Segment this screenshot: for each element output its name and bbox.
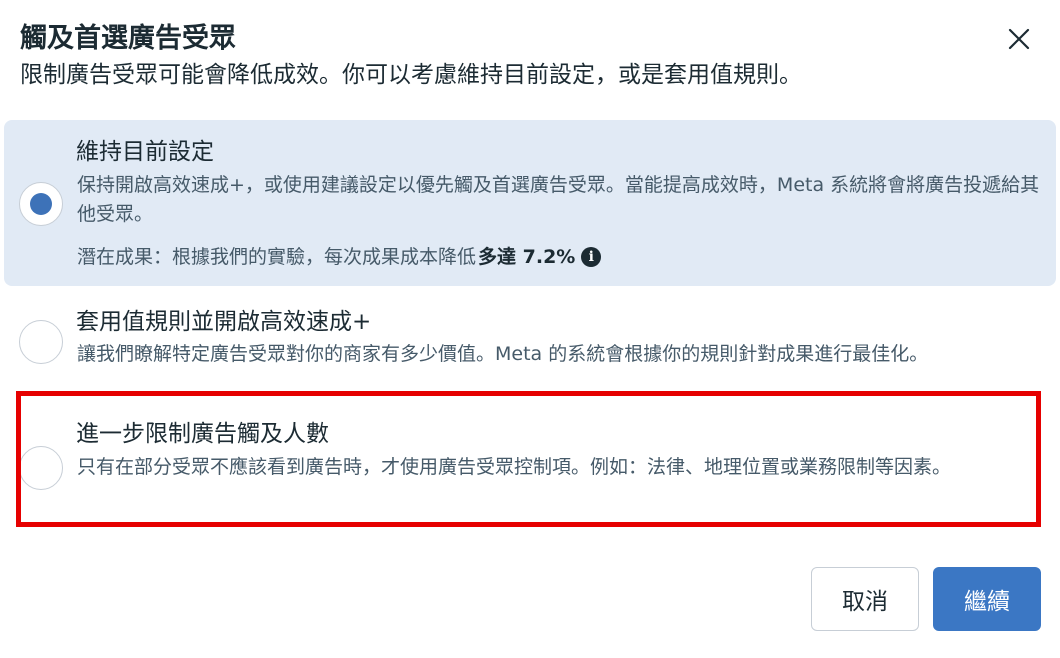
option-apply-value-rules[interactable]: 套用值規則並開啟高效速成+ 讓我們瞭解特定廣告受眾對你的商家有多少價值。Meta… [4,292,1056,386]
close-icon [1008,28,1030,50]
radio-apply-value-rules[interactable] [19,320,63,364]
audience-dialog: 觸及首選廣告受眾 限制廣告受眾可能會降低成效。你可以考慮維持目前設定，或是套用值… [0,0,1060,658]
result-value: 多達 7.2% [478,246,576,268]
cancel-button[interactable]: 取消 [811,567,919,631]
dialog-title: 觸及首選廣告受眾 [20,23,236,54]
option-keep-current-settings[interactable]: 維持目前設定 保持開啟高效速成+，或使用建議設定以優先觸及首選廣告受眾。當能提高… [4,120,1056,286]
option-limit-reach[interactable]: 進一步限制廣告觸及人數 只有在部分受眾不應該看到廣告時，才使用廣告受眾控制項。例… [4,394,1056,528]
option-title: 維持目前設定 [76,139,214,165]
radio-limit-reach[interactable] [19,446,63,490]
option-title: 進一步限制廣告觸及人數 [76,421,329,447]
radio-selected-dot [30,193,52,215]
potential-result: 潛在成果：根據我們的實驗，每次成果成本降低 多達 7.2% i [77,243,602,271]
option-description: 只有在部分受眾不應該看到廣告時，才使用廣告受眾控制項。例如：法律、地理位置或業務… [77,456,952,478]
result-prefix: 潛在成果：根據我們的實驗，每次成果成本降低 [77,246,477,268]
close-button[interactable] [1000,20,1038,58]
info-icon[interactable]: i [581,247,602,267]
dialog-subtitle: 限制廣告受眾可能會降低成效。你可以考慮維持目前設定，或是套用值規則。 [20,62,802,88]
option-description: 保持開啟高效速成+，或使用建議設定以優先觸及首選廣告受眾。當能提高成效時，Met… [77,174,1040,225]
option-title: 套用值規則並開啟高效速成+ [76,309,372,335]
option-description: 讓我們瞭解特定廣告受眾對你的商家有多少價值。Meta 的系統會根據你的規則針對成… [77,343,929,365]
continue-button[interactable]: 繼續 [933,567,1041,631]
radio-keep-current-settings[interactable] [19,182,63,226]
